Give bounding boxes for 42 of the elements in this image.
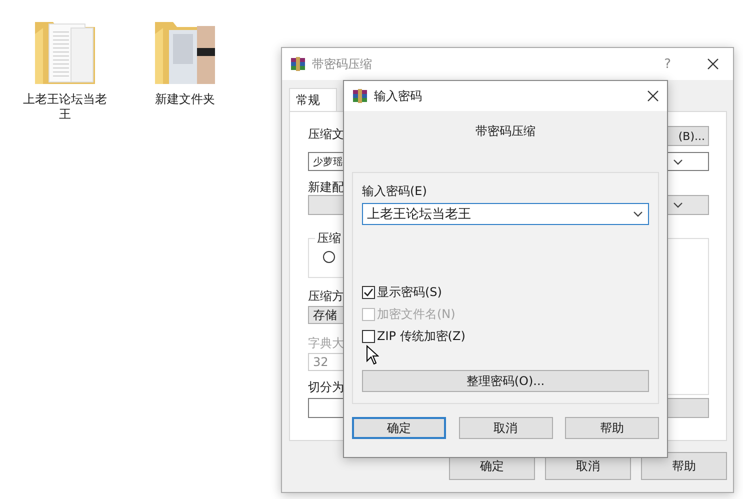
dialog-heading: 带密码压缩 xyxy=(474,123,536,140)
radio-button[interactable] xyxy=(323,251,335,263)
tab[interactable]: 常规 xyxy=(289,88,337,111)
window-title: 带密码压缩 xyxy=(312,56,372,72)
dialog-button[interactable]: 取消 xyxy=(458,417,552,439)
browse-button[interactable]: (B)... xyxy=(667,126,709,146)
folder-label[interactable]: 新建文件夹 xyxy=(140,92,230,107)
dialog-button[interactable]: 帮助 xyxy=(565,417,659,439)
chevron-icon xyxy=(672,156,684,166)
checkbox[interactable] xyxy=(362,286,375,298)
help-button[interactable]: ? xyxy=(664,56,671,72)
field-label: 切分为 xyxy=(308,379,344,395)
app-icon xyxy=(352,88,368,104)
close-icon[interactable] xyxy=(707,58,719,70)
cursor-icon xyxy=(366,345,379,365)
chevron-icon xyxy=(672,200,684,210)
field-label: 新建配 xyxy=(308,179,344,195)
app-icon xyxy=(290,56,306,72)
dialog-title: 输入密码 xyxy=(374,88,422,104)
dropdown[interactable] xyxy=(308,195,344,215)
dropdown[interactable]: 存储 xyxy=(308,306,344,324)
manage-passwords-button[interactable]: 整理密码(O)... xyxy=(362,370,649,392)
group-label: 压缩 xyxy=(315,230,343,246)
field-label: 字典大 xyxy=(308,335,344,351)
text-field[interactable]: 少萝瑶 xyxy=(308,152,344,171)
dropdown[interactable] xyxy=(667,195,709,215)
dialog-button[interactable]: 帮助 xyxy=(641,452,727,480)
field-label: 压缩文 xyxy=(308,126,344,143)
password-field[interactable]: 上老王论坛当老王 xyxy=(362,203,649,225)
text-field[interactable] xyxy=(308,398,344,418)
dialog-button[interactable]: 确定 xyxy=(352,417,446,439)
checkbox-label[interactable]: 显示密码(S) xyxy=(377,284,442,300)
field-label: 压缩方 xyxy=(308,288,344,304)
checkbox-label[interactable]: ZIP 传统加密(Z) xyxy=(377,328,466,344)
dropdown[interactable] xyxy=(667,152,709,171)
checkbox[interactable] xyxy=(362,330,375,342)
button[interactable] xyxy=(667,398,709,418)
chevron-icon xyxy=(632,209,644,219)
close-icon[interactable] xyxy=(647,90,659,102)
field-label: 输入密码(E) xyxy=(362,183,428,199)
folder-label[interactable]: 上老王论坛当老王 xyxy=(20,92,110,122)
checkbox-label: 加密文件名(N) xyxy=(377,306,456,322)
